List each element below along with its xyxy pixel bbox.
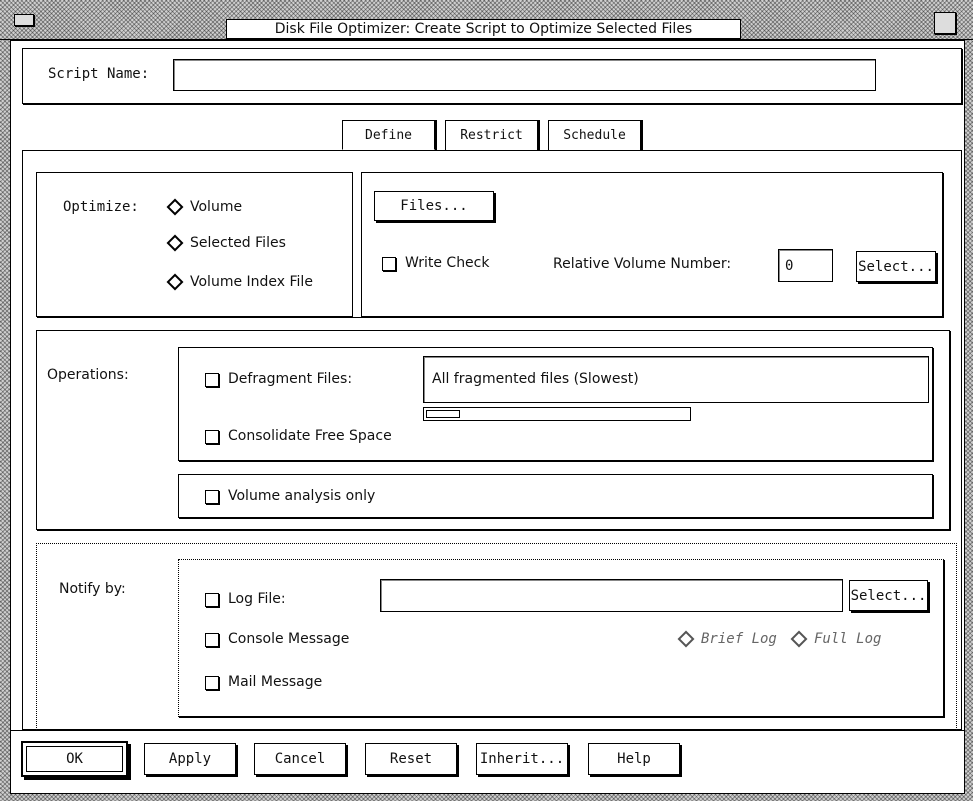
help-button[interactable]: Help — [588, 743, 680, 775]
relative-volume-label: Relative Volume Number: — [553, 256, 732, 272]
volume-analysis-checkbox[interactable] — [205, 490, 219, 504]
consolidate-checkbox[interactable] — [205, 430, 219, 444]
footer-separator — [10, 730, 965, 731]
window-title-plate: Disk File Optimizer: Create Script to Op… — [226, 19, 741, 39]
cancel-button-label: Cancel — [274, 751, 326, 767]
optimize-divider — [352, 172, 362, 317]
tab-restrict-label: Restrict — [460, 128, 523, 143]
radio-volume-index-file-label: Volume Index File — [190, 274, 313, 290]
relative-volume-input[interactable]: 0 — [778, 249, 833, 282]
log-file-select-button[interactable]: Select... — [849, 580, 928, 611]
console-message-checkbox[interactable] — [205, 633, 219, 647]
files-button-label: Files... — [400, 198, 468, 214]
operations-label: Operations: — [47, 367, 129, 383]
script-name-label: Script Name: — [48, 66, 150, 82]
write-check-label: Write Check — [405, 255, 490, 271]
mail-message-checkbox[interactable] — [205, 676, 219, 690]
help-button-label: Help — [617, 751, 651, 767]
tab-schedule[interactable]: Schedule — [548, 120, 641, 150]
maximize-button[interactable] — [934, 12, 956, 34]
window-menu-button[interactable] — [14, 14, 34, 26]
tab-define[interactable]: Define — [342, 120, 435, 150]
relative-volume-value: 0 — [785, 258, 794, 274]
defragment-scrollbar[interactable] — [423, 407, 691, 421]
defragment-scrollbar-thumb[interactable] — [426, 410, 460, 418]
write-check-checkbox[interactable] — [382, 257, 396, 271]
notify-label: Notify by: — [59, 581, 126, 597]
tab-define-label: Define — [365, 127, 412, 143]
radio-selected-files-label: Selected Files — [190, 235, 286, 251]
reset-button[interactable]: Reset — [365, 743, 457, 775]
consolidate-label: Consolidate Free Space — [228, 428, 392, 444]
cancel-button[interactable]: Cancel — [254, 743, 346, 775]
reset-button-label: Reset — [389, 751, 433, 767]
defragment-option-field[interactable]: All fragmented files (Slowest) — [423, 356, 929, 403]
radio-full-log-label: Full Log — [814, 631, 882, 647]
defragment-label: Defragment Files: — [228, 371, 353, 387]
console-message-label: Console Message — [228, 631, 350, 647]
log-file-label: Log File: — [228, 591, 286, 607]
ok-button[interactable]: OK — [21, 741, 128, 777]
radio-brief-log-label: Brief Log — [701, 631, 777, 647]
log-file-input[interactable] — [380, 579, 843, 612]
defragment-checkbox[interactable] — [205, 373, 219, 387]
tab-restrict[interactable]: Restrict — [445, 120, 538, 150]
apply-button-label: Apply — [168, 751, 212, 767]
log-file-select-button-label: Select... — [850, 587, 927, 604]
volume-analysis-label: Volume analysis only — [228, 488, 376, 504]
apply-button[interactable]: Apply — [144, 743, 236, 775]
log-file-checkbox[interactable] — [205, 593, 219, 607]
volume-select-button[interactable]: Select... — [856, 251, 936, 282]
defragment-option-value: All fragmented files (Slowest) — [432, 371, 639, 387]
ok-button-label: OK — [66, 751, 83, 767]
radio-volume-label: Volume — [190, 199, 243, 215]
files-button[interactable]: Files... — [374, 191, 494, 221]
inherit-button[interactable]: Inherit... — [476, 743, 568, 775]
window-title: Disk File Optimizer: Create Script to Op… — [274, 21, 693, 37]
script-name-input[interactable] — [173, 59, 876, 91]
volume-select-button-label: Select... — [858, 258, 934, 275]
inherit-button-label: Inherit... — [479, 751, 565, 767]
tab-schedule-label: Schedule — [563, 128, 626, 143]
optimize-label: Optimize: — [63, 199, 139, 215]
mail-message-label: Mail Message — [228, 674, 323, 690]
